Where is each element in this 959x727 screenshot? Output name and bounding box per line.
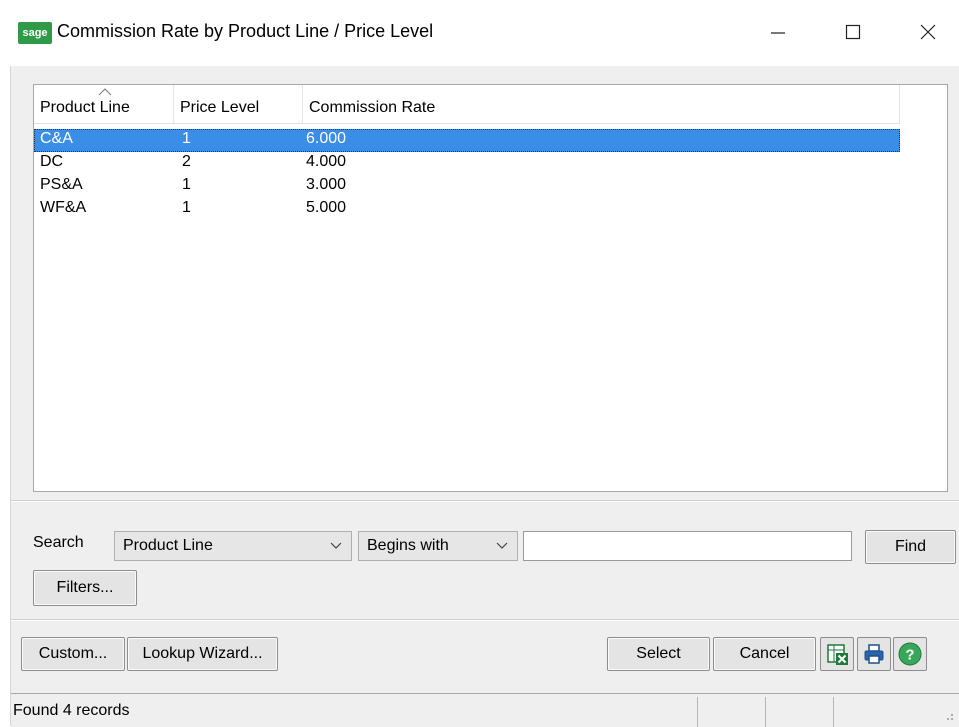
find-button[interactable]: Find xyxy=(865,530,956,564)
status-pane xyxy=(765,697,766,727)
close-icon xyxy=(920,24,936,40)
minimize-button[interactable] xyxy=(755,10,801,54)
sort-ascending-icon xyxy=(98,88,112,96)
divider xyxy=(11,501,959,502)
status-bar: Found 4 records xyxy=(11,693,959,727)
column-header-label: Commission Rate xyxy=(309,99,436,116)
status-pane xyxy=(833,697,834,727)
divider xyxy=(11,620,959,621)
column-header-commission-rate[interactable]: Commission Rate xyxy=(303,85,900,123)
search-input[interactable] xyxy=(523,531,852,561)
search-field-dropdown[interactable]: Product Line xyxy=(114,531,352,561)
status-pane xyxy=(697,697,698,727)
printer-icon xyxy=(864,644,884,664)
maximize-button[interactable] xyxy=(830,10,876,54)
custom-button[interactable]: Custom... xyxy=(21,637,125,671)
excel-export-button[interactable] xyxy=(820,637,854,671)
maximize-icon xyxy=(845,24,861,40)
column-header-label: Product Line xyxy=(40,99,130,116)
lookup-wizard-button-label: Lookup Wizard... xyxy=(142,645,263,662)
cell-product-line: DC xyxy=(40,153,64,170)
column-header-product-line[interactable]: Product Line xyxy=(34,85,174,123)
cell-commission-rate: 3.000 xyxy=(306,176,347,193)
cell-price-level: 2 xyxy=(182,153,191,170)
cell-product-line: C&A xyxy=(40,130,73,147)
filters-button-label: Filters... xyxy=(56,579,114,596)
cell-price-level: 1 xyxy=(182,130,191,147)
minimize-icon xyxy=(771,32,785,34)
cell-price-level: 1 xyxy=(182,176,191,193)
cell-commission-rate: 4.000 xyxy=(306,153,347,170)
cancel-button-label: Cancel xyxy=(739,645,790,662)
search-field-value: Product Line xyxy=(123,537,213,554)
table-row[interactable]: PS&A 1 3.000 xyxy=(34,175,900,198)
cell-commission-rate: 5.000 xyxy=(306,199,347,216)
close-button[interactable] xyxy=(905,10,951,54)
svg-text:?: ? xyxy=(905,647,914,664)
cell-product-line: WF&A xyxy=(40,199,87,216)
status-text: Found 4 records xyxy=(13,702,130,719)
custom-button-label: Custom... xyxy=(38,645,108,662)
resize-grip-icon[interactable] xyxy=(941,708,955,722)
table-row[interactable]: WF&A 1 5.000 xyxy=(34,198,900,221)
window-title: Commission Rate by Product Line / Price … xyxy=(57,21,434,41)
help-icon: ? xyxy=(898,642,922,666)
print-button[interactable] xyxy=(857,637,891,671)
excel-export-icon xyxy=(827,644,848,665)
lookup-wizard-button[interactable]: Lookup Wizard... xyxy=(127,637,278,671)
title-bar: sage Commission Rate by Product Line / P… xyxy=(0,0,959,66)
search-label: Search xyxy=(33,534,84,551)
help-button[interactable]: ? xyxy=(893,637,927,671)
cancel-button[interactable]: Cancel xyxy=(713,637,816,671)
records-list[interactable]: Product Line Price Level Commission Rate… xyxy=(33,84,948,492)
column-header-price-level[interactable]: Price Level xyxy=(174,85,303,123)
column-header-label: Price Level xyxy=(180,99,260,116)
list-header: Product Line Price Level Commission Rate xyxy=(34,85,900,124)
sage-logo-icon: sage xyxy=(18,22,52,44)
table-row[interactable]: C&A 1 6.000 xyxy=(34,129,900,152)
dialog-body: Product Line Price Level Commission Rate… xyxy=(10,66,959,727)
filters-button[interactable]: Filters... xyxy=(33,570,137,606)
search-operator-dropdown[interactable]: Begins with xyxy=(358,531,518,561)
find-button-label: Find xyxy=(894,538,927,555)
select-button-label: Select xyxy=(636,645,681,662)
chevron-down-icon xyxy=(496,542,508,549)
cell-product-line: PS&A xyxy=(40,176,83,193)
chevron-down-icon xyxy=(330,542,342,549)
cell-commission-rate: 6.000 xyxy=(306,130,347,147)
search-operator-value: Begins with xyxy=(367,537,449,554)
table-row[interactable]: DC 2 4.000 xyxy=(34,152,900,175)
select-button[interactable]: Select xyxy=(607,637,710,671)
cell-price-level: 1 xyxy=(182,199,191,216)
